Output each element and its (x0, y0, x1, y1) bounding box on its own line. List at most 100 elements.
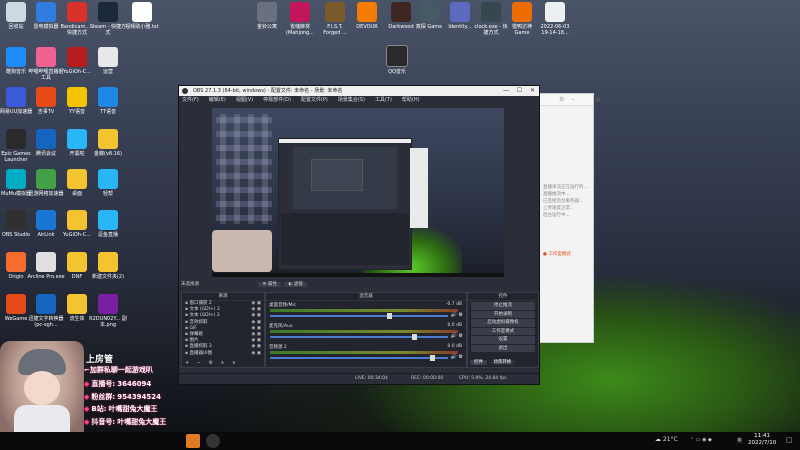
overlay-line-label: 直播号: (91, 380, 116, 388)
app-icon (98, 294, 118, 314)
taskbar-app-folder-icon[interactable] (186, 434, 200, 448)
properties-button[interactable]: ⚙ 属性 (258, 282, 281, 287)
desktop-icon[interactable]: 轻帮 (89, 169, 127, 197)
volume-slider-knob[interactable] (387, 313, 393, 319)
desktop-icon[interactable]: F.I.S.T. Forged ... (318, 2, 352, 36)
desktop-icon[interactable]: clock.exe - 快捷方式 (474, 2, 508, 36)
desktop-icon-qqmusic[interactable]: QQ音乐 (378, 45, 416, 75)
desktop-icon-label: OBS Studio (2, 232, 30, 238)
notification-icon[interactable]: ▢ (786, 436, 793, 444)
desktop-icon-label: 运营 (102, 69, 113, 75)
mixer-channel: 麦克风/Aux 0.0 dB 🔊 ⚙ (266, 322, 466, 343)
desktop-icon-label: 轻帮 (102, 191, 113, 197)
desktop-icon[interactable]: 2022-06-03 19-14-18... (538, 2, 572, 36)
app-icon (36, 169, 56, 189)
desktop-icon[interactable]: Identity... (443, 2, 477, 30)
desktop-icon-label: 逗鱼直播 (97, 232, 118, 238)
input-language[interactable]: 英 (737, 437, 742, 444)
desktop-icon[interactable]: 金铃公寓 (250, 2, 284, 30)
preview-canvas[interactable] (212, 108, 504, 277)
desktop-icon-label: YuGiOh-C... (62, 232, 92, 238)
source-label: 窗口捕获 2 (189, 301, 212, 306)
desktop-icon-label: Identity... (448, 24, 472, 30)
menu-item[interactable]: 视图(V) (236, 97, 253, 103)
desktop-icon[interactable]: R2DUN02Y... 副本.png (89, 294, 127, 328)
control-button[interactable]: 退出 (471, 344, 535, 352)
desktop-icon[interactable]: 运营 (89, 47, 127, 75)
filters-button[interactable]: ◐ 滤镜 (284, 282, 307, 287)
desktop-icon[interactable]: 新建文件夹(2) (89, 252, 127, 280)
side-panel-link[interactable]: ● 工作室模式 (543, 251, 571, 257)
mixer-channel-name: 桌面音频/Mic (269, 303, 297, 308)
overlay-line: ◆ B站: 叶嘴甜兔大魔王 (84, 404, 158, 414)
close-button[interactable]: ✕ (530, 86, 535, 96)
control-button[interactable]: 工作室模式 (471, 327, 535, 335)
desktop-icon-label: 流生体 (69, 316, 85, 322)
control-button[interactable]: 设置 (471, 336, 535, 344)
controls-dock: 控件 停止推流 开始录制 启动虚拟摄像机 工作室模式 设置 退出 控件 场景转换 (467, 292, 539, 368)
speaker-icon[interactable]: 🔊 ⚙ (451, 354, 463, 360)
source-item[interactable]: ▪ 直播器UI图 ◉ ▣ (182, 351, 264, 357)
close-icon[interactable]: × (595, 95, 602, 104)
desktop-icon[interactable]: 逗鱼直播 (89, 210, 127, 238)
group-icon: ◆ (84, 392, 90, 401)
control-button[interactable]: 启动虚拟摄像机 (471, 319, 535, 327)
visibility-lock-icon[interactable]: ◉ ▣ (251, 351, 261, 357)
menu-item[interactable]: 编辑(E) (209, 97, 226, 103)
menu-item[interactable]: 工具(T) (375, 97, 392, 103)
desktop-icon[interactable]: 猎鸭达神 Game (505, 2, 539, 36)
volume-slider-knob[interactable] (430, 355, 436, 361)
volume-slider[interactable] (270, 334, 448, 340)
desktop-icon[interactable]: 视频助小雅.txt (123, 2, 161, 30)
overlay-line-value: 3646094 (117, 380, 152, 388)
source-settings-icon[interactable]: ⚙ (209, 360, 213, 366)
app-icon (481, 2, 501, 22)
taskbar-app-obs-icon[interactable] (206, 434, 220, 448)
volume-slider[interactable] (270, 355, 448, 361)
desktop-icon[interactable]: DEVOUR (350, 2, 384, 30)
menu-item[interactable]: 文件(F) (182, 97, 199, 103)
maximize-button[interactable]: ☐ (517, 86, 522, 96)
side-panel-window[interactable]: ⚙ – × 直播串流正在运行的... 直播推流中... 已连接后台服务器... 上传速… (538, 93, 602, 343)
desktop-icon-label: 回收站 (8, 24, 24, 30)
add-source-icon[interactable]: + (185, 360, 189, 366)
clock[interactable]: 11:41 2022/7/10 (748, 433, 776, 447)
control-button[interactable]: 开始录制 (471, 310, 535, 318)
speaker-icon[interactable]: 🔊 ⚙ (451, 312, 463, 318)
nested-obs-window (278, 138, 412, 270)
overlay-line-label: 抖音号: (91, 417, 116, 426)
streamer-avatar (0, 341, 84, 441)
tab-controls[interactable]: 控件 (470, 360, 487, 365)
source-label: 音效抓取 (189, 319, 208, 325)
desktop-icon-label: 酷狗音乐 (5, 69, 26, 75)
app-icon (98, 2, 118, 22)
menu-item[interactable]: 帮助(H) (402, 97, 420, 103)
clock-date: 2022/7/10 (748, 440, 777, 446)
volume-slider-knob[interactable] (412, 334, 418, 340)
desktop-icon[interactable]: 真探 Game (412, 2, 446, 30)
move-down-icon[interactable]: ∨ (232, 360, 236, 366)
obs-window[interactable]: OBS 27.1.3 (64-bit, windows) - 配置文件: 未命名… (178, 85, 540, 385)
settings-icon[interactable]: ⚙ (559, 96, 564, 103)
desktop-icon[interactable]: 雀魂麻将(Mahjong... (283, 2, 317, 36)
weather[interactable]: ☁ 21°C (655, 436, 678, 443)
minimize-button[interactable]: — (503, 86, 509, 96)
move-up-icon[interactable]: ∧ (221, 360, 225, 366)
desktop-icon[interactable]: 金蝶(v8.16) (89, 129, 127, 157)
mixer-channel-name: 音频源 2 (269, 345, 287, 350)
desktop-icon[interactable]: Steam - 快捷方式 (89, 2, 127, 36)
menu-item[interactable]: 场景集合(S) (338, 97, 365, 103)
minimize-icon[interactable]: – (571, 95, 575, 103)
tray-icons[interactable]: ⌃ ▭ ◉ ◆ (690, 437, 712, 443)
remove-source-icon[interactable]: − (197, 360, 201, 366)
menu-item[interactable]: 停靠部件(D) (263, 97, 291, 103)
side-panel-line: 后台运行中... (543, 213, 570, 218)
side-panel-line: 上传速度正常... (543, 206, 575, 211)
desktop-icon[interactable]: TT语音 (89, 87, 127, 115)
volume-slider[interactable] (270, 313, 448, 319)
source-label: 直播器UI图 (189, 350, 213, 356)
tab-transitions[interactable]: 场景转换 (489, 360, 516, 365)
control-button[interactable]: 停止推流 (471, 302, 535, 310)
menu-item[interactable]: 配置文件(P) (301, 97, 328, 103)
speaker-icon[interactable]: 🔊 ⚙ (451, 333, 463, 339)
